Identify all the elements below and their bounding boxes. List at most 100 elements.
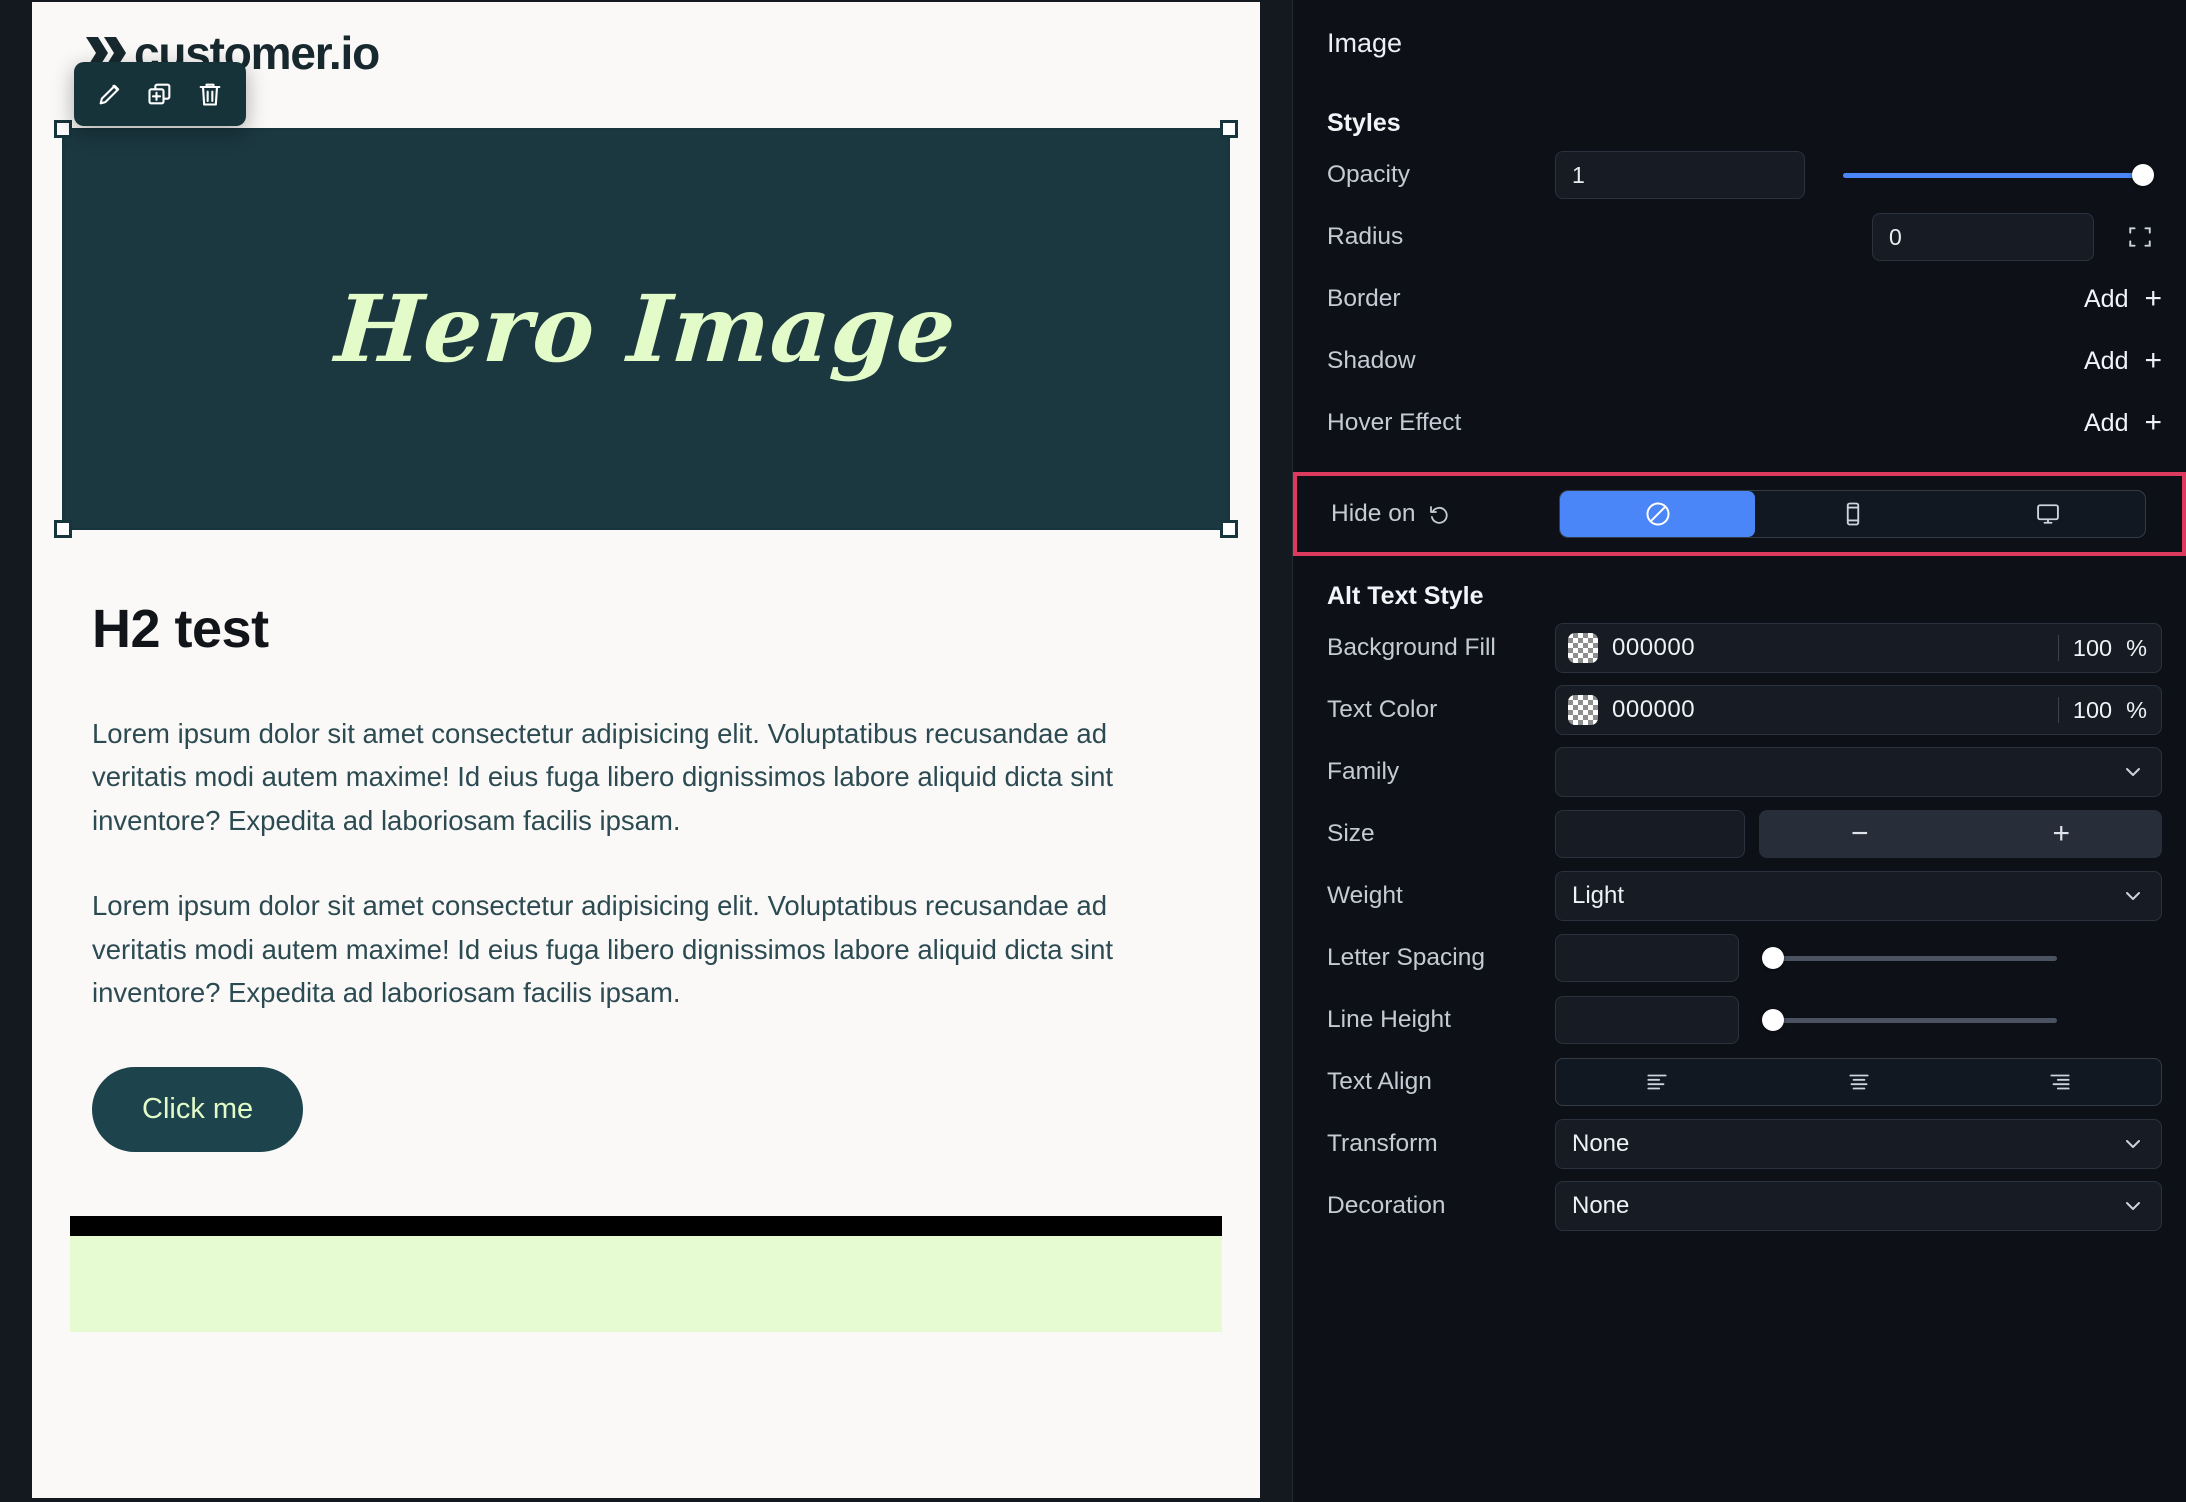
body-paragraph-1[interactable]: Lorem ipsum dolor sit amet consectetur a… xyxy=(92,712,1122,842)
hover-effect-row: Hover Effect Add + xyxy=(1327,396,2162,450)
size-decrement-button[interactable]: − xyxy=(1759,819,1961,849)
text-align-left-option[interactable] xyxy=(1556,1059,1758,1105)
family-controls xyxy=(1555,747,2162,797)
panel-title: Image xyxy=(1327,28,1403,58)
text-align-controls xyxy=(1555,1058,2162,1106)
cta-button[interactable]: Click me xyxy=(92,1066,304,1152)
text-align-segmented-control[interactable] xyxy=(1555,1058,2162,1106)
background-fill-color-field[interactable]: 000000 100 % xyxy=(1555,623,2162,673)
hide-on-segmented-control[interactable] xyxy=(1559,490,2146,538)
text-color-color-field[interactable]: 000000 100 % xyxy=(1555,685,2162,735)
corners-expand-icon[interactable] xyxy=(2118,215,2162,259)
line-height-controls xyxy=(1555,996,2162,1044)
resize-handle-top-left[interactable] xyxy=(54,120,72,138)
color-swatch-icon[interactable] xyxy=(1568,695,1598,725)
email-builder-app: customer.io Hero Image H2 test Lorem ips… xyxy=(0,0,2186,1502)
field-divider xyxy=(2057,635,2059,661)
transform-controls: None xyxy=(1555,1119,2162,1169)
border-add-label: Add xyxy=(2083,284,2129,313)
element-toolbar[interactable] xyxy=(74,62,246,126)
hero-image[interactable]: Hero Image xyxy=(62,128,1230,530)
decoration-select[interactable]: None xyxy=(1555,1181,2162,1231)
align-center-icon xyxy=(1846,1069,1872,1095)
body-paragraph-2[interactable]: Lorem ipsum dolor sit amet consectetur a… xyxy=(92,884,1122,1014)
divider-strip-green xyxy=(70,1235,1222,1332)
hide-on-option-desktop[interactable] xyxy=(1950,491,2145,537)
opacity-label: Opacity xyxy=(1327,161,1411,188)
line-height-input[interactable] xyxy=(1555,996,1739,1044)
logo-row: customer.io xyxy=(32,2,1260,130)
body-heading[interactable]: H2 test xyxy=(92,598,1200,660)
size-stepper[interactable]: − + xyxy=(1759,810,2162,858)
chevron-down-icon xyxy=(2121,1194,2145,1218)
family-select[interactable] xyxy=(1555,747,2162,797)
field-divider xyxy=(2057,697,2059,723)
letter-spacing-input[interactable] xyxy=(1555,934,1739,982)
opacity-controls xyxy=(1555,151,2162,199)
decoration-label: Decoration xyxy=(1327,1192,1446,1219)
opacity-row: Opacity xyxy=(1327,148,2162,202)
chevron-down-icon xyxy=(2121,884,2145,908)
text-color-hex[interactable]: 000000 xyxy=(1612,696,1695,724)
selection-edge-right xyxy=(1227,130,1230,528)
letter-spacing-label: Letter Spacing xyxy=(1327,944,1485,971)
text-align-right-option[interactable] xyxy=(1959,1059,2161,1105)
chevron-down-icon xyxy=(2121,1132,2145,1156)
hide-on-option-none[interactable] xyxy=(1560,491,1755,537)
hover-effect-controls: Add + xyxy=(1555,408,2162,438)
letter-spacing-slider-track xyxy=(1767,955,2057,961)
transform-label: Transform xyxy=(1327,1130,1438,1157)
opacity-slider-knob[interactable] xyxy=(2132,164,2154,186)
decoration-value: None xyxy=(1572,1192,1630,1219)
line-height-slider-knob[interactable] xyxy=(1761,1009,1784,1031)
radius-input[interactable] xyxy=(1872,213,2094,261)
hover-effect-add-label: Add xyxy=(2083,408,2129,437)
resize-handle-bottom-right[interactable] xyxy=(1220,520,1238,538)
shadow-add-button[interactable]: Add + xyxy=(2084,346,2162,376)
shadow-label: Shadow xyxy=(1327,347,1416,374)
shadow-controls: Add + xyxy=(1555,346,2162,376)
text-color-opacity[interactable]: 100 xyxy=(2073,697,2112,724)
opacity-input[interactable] xyxy=(1555,151,1805,199)
hide-on-label-group: Hide on xyxy=(1307,500,1559,528)
line-height-slider[interactable] xyxy=(1761,1009,2057,1031)
size-input[interactable] xyxy=(1555,810,1745,858)
hero-image-text: Hero Image xyxy=(332,275,960,383)
text-color-row: Text Color 000000 100 % xyxy=(1327,683,2162,737)
shadow-add-label: Add xyxy=(2083,346,2129,375)
opacity-slider[interactable] xyxy=(1843,164,2154,186)
panel-content: Image Styles Opacity Radius xyxy=(1293,0,2186,450)
resize-handle-top-right[interactable] xyxy=(1220,120,1238,138)
size-row: Size − + xyxy=(1327,807,2162,861)
desktop-monitor-icon xyxy=(2034,500,2062,528)
letter-spacing-slider[interactable] xyxy=(1761,947,2057,969)
transform-select[interactable]: None xyxy=(1555,1119,2162,1169)
email-preview-pane: customer.io Hero Image H2 test Lorem ips… xyxy=(0,0,1292,1502)
letter-spacing-slider-knob[interactable] xyxy=(1761,947,1784,969)
background-fill-hex[interactable]: 000000 xyxy=(1612,634,1695,662)
text-align-label: Text Align xyxy=(1327,1068,1432,1095)
hide-on-option-mobile[interactable] xyxy=(1755,491,1950,537)
color-swatch-icon[interactable] xyxy=(1568,633,1598,663)
background-fill-row: Background Fill 000000 100 % xyxy=(1327,621,2162,675)
border-add-button[interactable]: Add + xyxy=(2084,284,2162,314)
hero-image-selection[interactable]: Hero Image xyxy=(54,120,1238,538)
none-prohibit-icon xyxy=(1644,500,1672,528)
footer-strips xyxy=(32,1215,1260,1332)
size-increment-button[interactable]: + xyxy=(1961,819,2163,849)
reset-undo-icon[interactable] xyxy=(1427,502,1451,526)
delete-icon[interactable] xyxy=(190,74,230,114)
duplicate-icon[interactable] xyxy=(140,74,180,114)
text-color-controls: 000000 100 % xyxy=(1555,685,2162,735)
chevron-down-icon xyxy=(2121,760,2145,784)
plus-icon: + xyxy=(2144,282,2162,315)
family-row: Family xyxy=(1327,745,2162,799)
hover-effect-add-button[interactable]: Add + xyxy=(2084,408,2162,438)
text-align-center-option[interactable] xyxy=(1758,1059,1960,1105)
border-row: Border Add + xyxy=(1327,272,2162,326)
resize-handle-bottom-left[interactable] xyxy=(54,520,72,538)
edit-icon[interactable] xyxy=(90,74,130,114)
weight-value: Light xyxy=(1572,882,1625,909)
weight-select[interactable]: Light xyxy=(1555,871,2162,921)
background-fill-opacity[interactable]: 100 xyxy=(2073,635,2112,662)
